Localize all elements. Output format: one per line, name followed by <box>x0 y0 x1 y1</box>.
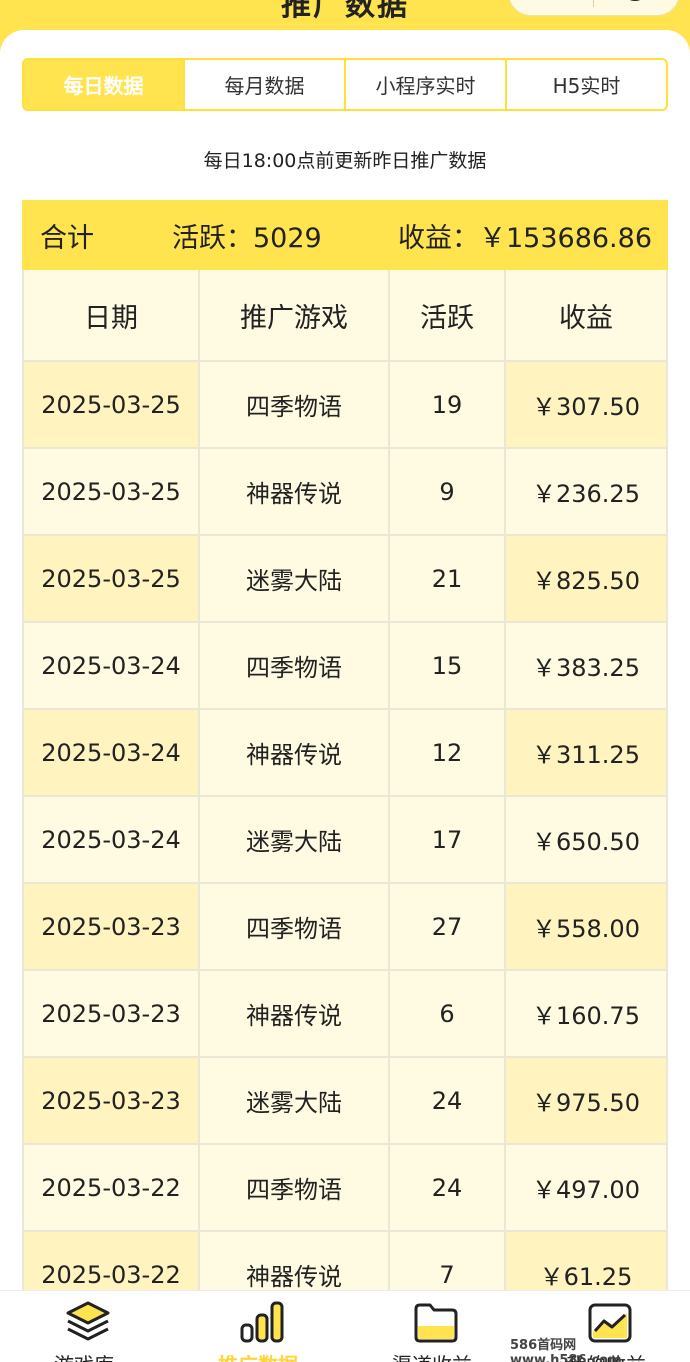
cell-active: 6 <box>390 971 506 1058</box>
cell-active: 9 <box>390 449 506 536</box>
tab-h5-realtime[interactable]: H5实时 <box>507 60 666 109</box>
header-date: 日期 <box>22 270 200 362</box>
cell-income: ￥61.25 <box>506 1232 668 1290</box>
cell-game: 迷雾大陆 <box>200 797 390 884</box>
cell-active: 15 <box>390 623 506 710</box>
cell-income: ￥497.00 <box>506 1145 668 1232</box>
cell-game: 神器传说 <box>200 971 390 1058</box>
tabbar-label: 渠道收益 <box>372 1349 492 1362</box>
cell-date: 2025-03-25 <box>22 449 200 536</box>
folder-icon <box>414 1303 458 1343</box>
summary-bar: 合计 活跃：5029 收益：￥153686.86 <box>22 200 668 270</box>
cell-active: 27 <box>390 884 506 971</box>
cell-date: 2025-03-24 <box>22 710 200 797</box>
cell-date: 2025-03-23 <box>22 1058 200 1145</box>
cell-active: 21 <box>390 536 506 623</box>
capsule-divider <box>593 0 594 7</box>
cell-date: 2025-03-24 <box>22 623 200 710</box>
table-row: 2025-03-25 神器传说 9 ￥236.25 <box>22 449 668 536</box>
table-row: 2025-03-24 神器传说 12 ￥311.25 <box>22 710 668 797</box>
cell-income: ￥975.50 <box>506 1058 668 1145</box>
cell-game: 迷雾大陆 <box>200 1058 390 1145</box>
cell-income: ￥307.50 <box>506 362 668 449</box>
cell-date: 2025-03-25 <box>22 362 200 449</box>
table-row: 2025-03-23 四季物语 27 ￥558.00 <box>22 884 668 971</box>
table-row: 2025-03-23 迷雾大陆 24 ￥975.50 <box>22 1058 668 1145</box>
summary-active: 活跃：5029 <box>172 222 322 254</box>
stack-layers-icon <box>66 1301 110 1341</box>
cell-active: 17 <box>390 797 506 884</box>
content-panel: 每日数据 每月数据 小程序实时 H5实时 每日18:00点前更新昨日推广数据 合… <box>0 30 690 1290</box>
table-row: 2025-03-24 迷雾大陆 17 ￥650.50 <box>22 797 668 884</box>
tabbar-label: 游戏库 <box>24 1349 144 1362</box>
cell-date: 2025-03-23 <box>22 884 200 971</box>
summary-income: 收益：￥153686.86 <box>397 222 652 254</box>
cell-income: ￥558.00 <box>506 884 668 971</box>
site-watermark: 586首码网 www.h586.com <box>510 1338 622 1362</box>
bar-chart-icon <box>240 1301 284 1343</box>
table-row: 2025-03-25 迷雾大陆 21 ￥825.50 <box>22 536 668 623</box>
cell-game: 四季物语 <box>200 623 390 710</box>
cell-date: 2025-03-25 <box>22 536 200 623</box>
cell-date: 2025-03-23 <box>22 971 200 1058</box>
cell-income: ￥383.25 <box>506 623 668 710</box>
table-row: 2025-03-22 四季物语 24 ￥497.00 <box>22 1145 668 1232</box>
tab-monthly[interactable]: 每月数据 <box>185 60 346 109</box>
table-row: 2025-03-24 四季物语 15 ￥383.25 <box>22 623 668 710</box>
cell-date: 2025-03-22 <box>22 1232 200 1290</box>
header-game: 推广游戏 <box>200 270 390 362</box>
summary-label: 合计 <box>40 222 94 254</box>
cell-game: 四季物语 <box>200 1145 390 1232</box>
mini-program-capsule[interactable] <box>508 0 680 16</box>
tab-miniprogram-realtime[interactable]: 小程序实时 <box>346 60 507 109</box>
cell-active: 24 <box>390 1145 506 1232</box>
header-income: 收益 <box>506 270 668 362</box>
header-active: 活跃 <box>390 270 506 362</box>
cell-game: 迷雾大陆 <box>200 536 390 623</box>
tab-daily[interactable]: 每日数据 <box>24 60 185 109</box>
cell-date: 2025-03-24 <box>22 797 200 884</box>
cell-active: 12 <box>390 710 506 797</box>
cell-income: ￥311.25 <box>506 710 668 797</box>
tabbar-item-game-library[interactable]: 游戏库 <box>24 1291 144 1362</box>
update-notice: 每日18:00点前更新昨日推广数据 <box>203 150 487 172</box>
table-row: 2025-03-22 神器传说 7 ￥61.25 <box>22 1232 668 1290</box>
tabbar-label: 推广数据 <box>198 1349 318 1362</box>
cell-active: 24 <box>390 1058 506 1145</box>
table-header-row: 日期 推广游戏 活跃 收益 <box>22 270 668 362</box>
close-circle-icon[interactable] <box>621 0 649 1</box>
tabbar-item-promo-data[interactable]: 推广数据 <box>198 1291 318 1362</box>
tabbar-item-channel-income[interactable]: 渠道收益 <box>372 1291 492 1362</box>
cell-income: ￥825.50 <box>506 536 668 623</box>
cell-active: 19 <box>390 362 506 449</box>
table-row: 2025-03-23 神器传说 6 ￥160.75 <box>22 971 668 1058</box>
cell-income: ￥160.75 <box>506 971 668 1058</box>
cell-game: 四季物语 <box>200 362 390 449</box>
cell-date: 2025-03-22 <box>22 1145 200 1232</box>
data-table: 日期 推广游戏 活跃 收益 2025-03-25 四季物语 19 ￥307.50… <box>22 270 668 1290</box>
cell-income: ￥650.50 <box>506 797 668 884</box>
cell-game: 神器传说 <box>200 449 390 536</box>
cell-active: 7 <box>390 1232 506 1290</box>
cell-income: ￥236.25 <box>506 449 668 536</box>
cell-game: 神器传说 <box>200 1232 390 1290</box>
table-row: 2025-03-25 四季物语 19 ￥307.50 <box>22 362 668 449</box>
cell-game: 四季物语 <box>200 884 390 971</box>
cell-game: 神器传说 <box>200 710 390 797</box>
data-tabs: 每日数据 每月数据 小程序实时 H5实时 <box>22 58 668 111</box>
